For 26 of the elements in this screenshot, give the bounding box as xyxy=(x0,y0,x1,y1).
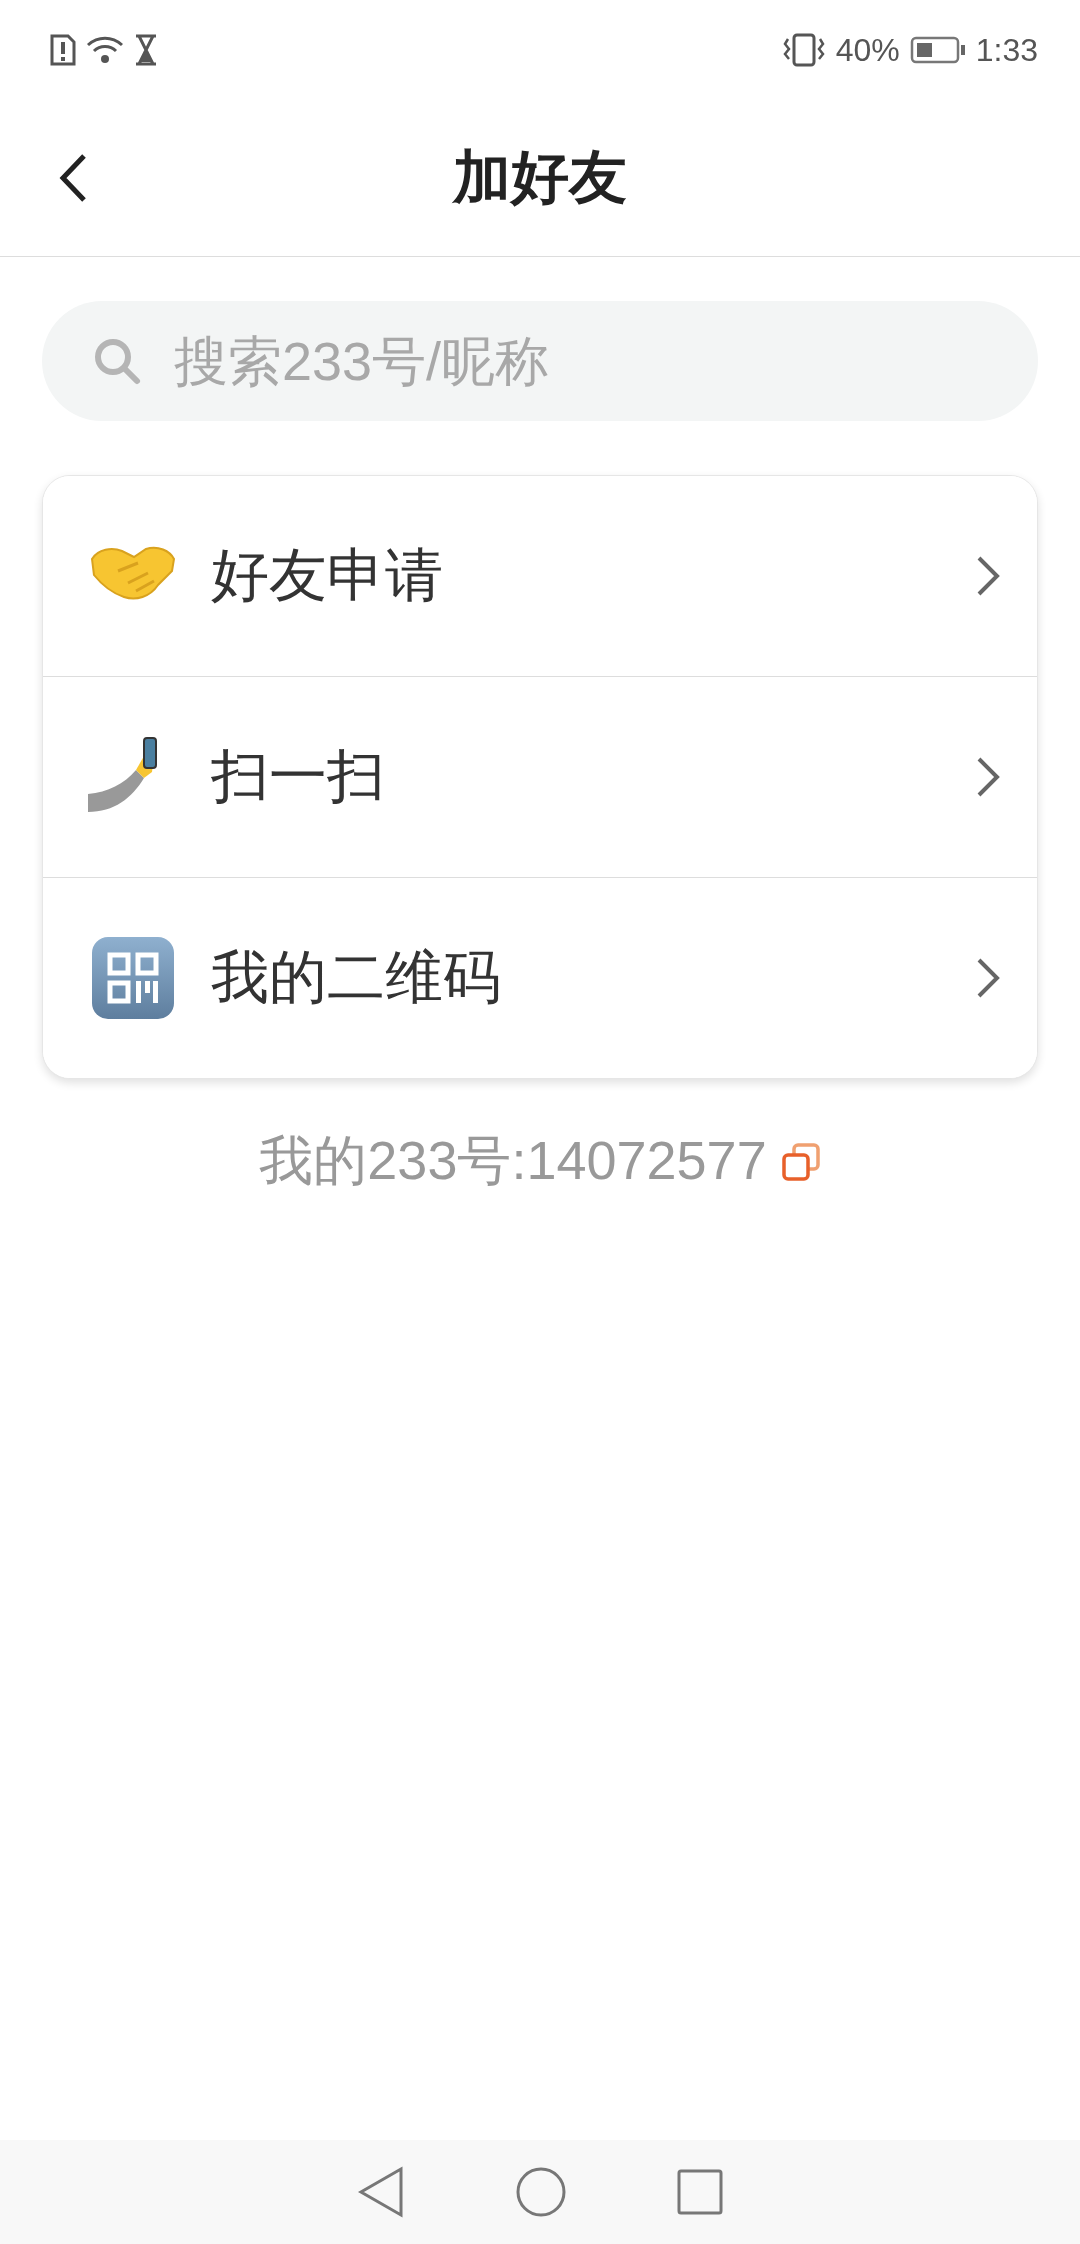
clock-time: 1:33 xyxy=(975,31,1038,69)
battery-percentage: 40% xyxy=(835,31,900,69)
square-icon xyxy=(677,2169,723,2215)
menu-item[interactable]: 我的二维码 xyxy=(43,878,1037,1078)
page-title: 加好友 xyxy=(453,143,627,211)
chevron-right-icon xyxy=(975,554,1001,598)
my-id-text: 我的233号:14072577 xyxy=(259,1129,767,1192)
back-nav-button[interactable] xyxy=(357,2166,405,2218)
triangle-icon xyxy=(357,2166,405,2218)
wifi-icon xyxy=(86,34,124,66)
menu-item[interactable]: 好友申请 xyxy=(43,476,1037,677)
vibrate-icon xyxy=(781,33,826,67)
menu-item[interactable]: 扫一扫 xyxy=(43,677,1037,878)
circle-icon xyxy=(515,2166,567,2218)
home-nav-button[interactable] xyxy=(515,2166,567,2218)
chevron-right-icon xyxy=(975,956,1001,1000)
copy-button[interactable] xyxy=(780,1141,821,1182)
chevron-right-icon xyxy=(975,755,1001,799)
recents-nav-button[interactable] xyxy=(677,2169,723,2215)
sim-alert-icon xyxy=(50,34,76,66)
hourglass-icon xyxy=(134,34,158,66)
back-icon xyxy=(58,152,88,204)
search-field[interactable]: 搜索233号/昵称 xyxy=(42,301,1038,421)
copy-icon xyxy=(780,1141,821,1182)
battery-icon xyxy=(909,36,966,64)
back-button[interactable] xyxy=(58,152,88,204)
